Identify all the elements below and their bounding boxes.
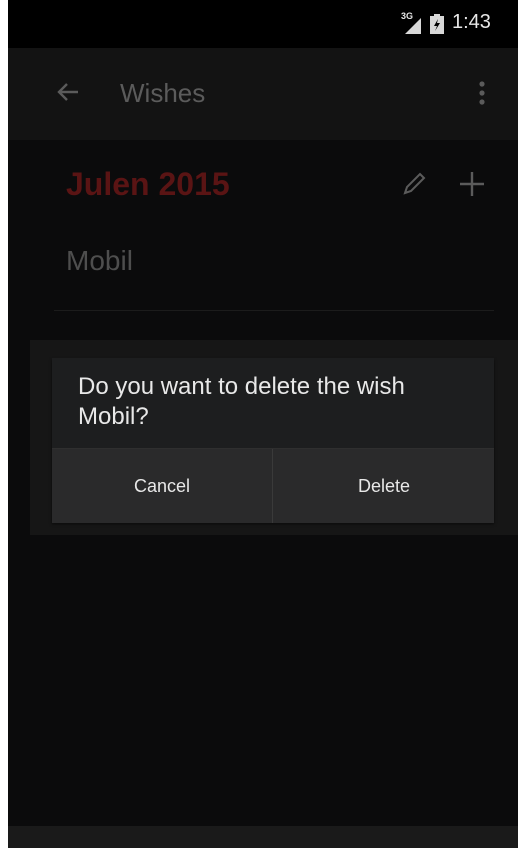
navigation-bar (8, 826, 518, 848)
network-type: 3G (401, 11, 414, 21)
dialog-message: Do you want to delete the wish Mobil? (78, 373, 405, 430)
plus-icon[interactable] (458, 170, 486, 198)
more-vert-icon[interactable] (478, 80, 486, 106)
status-bar: 3G 1:43 (8, 0, 518, 48)
app-title: Wishes (120, 78, 206, 108)
delete-button[interactable]: Delete (274, 449, 494, 523)
app-bar (8, 48, 518, 140)
wish-item[interactable]: Mobil (66, 245, 133, 277)
battery-icon (430, 14, 444, 34)
phone-screen: 3G 1:43 Wishes Julen 2015 Mobil Do you w… (8, 0, 518, 848)
button-divider (272, 449, 273, 523)
signal-icon: 3G (401, 11, 423, 34)
cancel-button[interactable]: Cancel (52, 449, 272, 523)
divider (54, 310, 494, 311)
status-time: 1:43 (452, 11, 491, 33)
list-title: Julen 2015 (66, 166, 230, 202)
pencil-icon[interactable] (400, 170, 428, 198)
arrow-left-icon[interactable] (56, 80, 80, 104)
dialog-button-bar: Cancel Delete (52, 448, 494, 523)
delete-confirm-dialog: Do you want to delete the wish Mobil? Ca… (52, 358, 494, 523)
